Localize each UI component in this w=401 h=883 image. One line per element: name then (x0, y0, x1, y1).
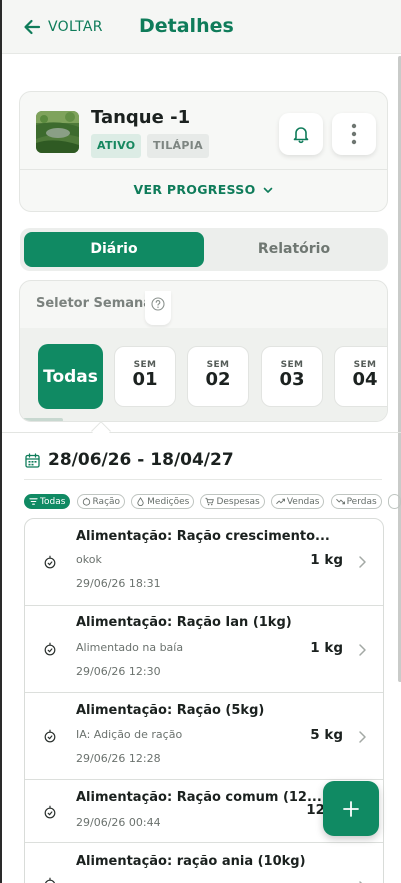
entry-title: Alimentação: Ração crescimentо... (76, 529, 330, 544)
entry-note: okok (76, 553, 102, 566)
filter-chip-label: Ração (92, 496, 121, 507)
week-scroll-indicator (20, 418, 63, 421)
entry-date: 29/06/26 12:28 (76, 752, 161, 765)
back-label: VOLTAR (48, 19, 103, 35)
entry-title: Alimentação: Ração Ian (1kg) (76, 615, 292, 630)
list-item[interactable]: Alimentação: Ração crescimentо... okok 2… (25, 519, 383, 606)
week-all-button[interactable]: Todas (38, 344, 103, 409)
filter-chip-label: Medições (147, 496, 190, 507)
filter-chip-label: Perdas (346, 496, 377, 507)
week-number: 03 (279, 369, 305, 390)
filter-chip-measurements[interactable]: Medições (131, 494, 195, 509)
question-icon (151, 297, 165, 311)
entry-amount: 1 kg (310, 552, 343, 568)
feed-icon (44, 877, 56, 883)
filter-icon (29, 498, 38, 505)
filter-chip-feed[interactable]: Ração (76, 494, 126, 509)
view-tabs: Diário Relatório (20, 228, 388, 271)
week-button-01[interactable]: SEM 01 (114, 346, 176, 407)
filter-chip-label: Despesas (216, 496, 260, 507)
date-range[interactable]: 28/06/26 - 18/04/27 (25, 450, 234, 470)
entry-title: Alimentação: ração ania (10kg) (76, 854, 306, 869)
date-range-text: 28/06/26 - 18/04/27 (48, 450, 234, 470)
filter-chip-sales[interactable]: Vendas (270, 494, 325, 509)
chevron-right-icon (359, 731, 366, 743)
page-title: Detalhes (139, 15, 234, 37)
entry-amount: 1 kg (310, 640, 343, 656)
drop-icon (137, 497, 144, 506)
tank-name: Tanque -1 (91, 107, 191, 128)
week-strip: Todas SEM 01 SEM 02 SEM 03 SEM 04 (20, 328, 387, 421)
species-badge: TILÁPIA (147, 134, 209, 158)
tab-daily[interactable]: Diário (24, 232, 204, 267)
entry-title: Alimentação: Ração comum (12... (76, 790, 322, 805)
feed-icon (44, 805, 56, 819)
more-vertical-icon (351, 123, 357, 145)
view-progress-label: VER PROGRESSO (133, 182, 256, 197)
top-bar: VOLTAR Detalhes (2, 0, 401, 54)
trend-up-icon (275, 498, 285, 505)
arrow-left-icon (24, 19, 41, 35)
chevron-right-icon (359, 556, 366, 568)
filter-chip-label: Todas (40, 496, 66, 507)
feed-icon (44, 642, 56, 656)
back-button[interactable]: VOLTAR (22, 17, 103, 37)
trend-down-icon (335, 498, 345, 505)
bell-icon (293, 127, 309, 144)
filter-chips: Todas Ração Medições Despesas Vendas Per… (24, 494, 401, 510)
help-button[interactable] (145, 291, 171, 325)
chevron-right-icon (359, 644, 366, 656)
entry-date: 29/06/26 12:30 (76, 665, 161, 678)
list-item[interactable]: Alimentação: ração ania (10kg) (25, 843, 383, 883)
chevron-down-icon (263, 187, 272, 193)
week-selector: Seletor Semanal Todas SEM 01 SEM 02 SEM … (19, 280, 388, 422)
filter-chip-more[interactable] (387, 494, 401, 509)
week-button-04[interactable]: SEM 04 (334, 346, 387, 407)
plus-icon (343, 800, 359, 817)
card-divider (20, 169, 387, 170)
list-item[interactable]: Alimentação: Ração (5kg) IA: Adição de r… (25, 693, 383, 780)
week-number: 04 (352, 369, 378, 390)
filter-chip-all[interactable]: Todas (24, 494, 71, 509)
status-badge: ATIVO (91, 134, 142, 158)
tank-photo (36, 111, 79, 153)
tank-card: Tanque -1 ATIVO TILÁPIA VER PROGRESSO (19, 91, 388, 212)
entry-amount: 5 kg (310, 727, 343, 743)
week-selector-label: Seletor Semanal (36, 296, 157, 311)
feed-icon (82, 497, 90, 506)
filter-chip-losses[interactable]: Perdas (330, 494, 382, 509)
filter-chip-label: Vendas (286, 496, 320, 507)
notifications-button[interactable] (279, 113, 323, 155)
more-options-button[interactable] (332, 113, 376, 155)
entry-title: Alimentação: Ração (5kg) (76, 703, 265, 718)
week-number: 01 (132, 369, 158, 390)
app-screen: VOLTAR Detalhes Tanque -1 ATIVO TILÁPIA (0, 0, 401, 883)
cart-icon (205, 497, 215, 506)
entry-date: 29/06/26 00:44 (76, 816, 161, 829)
week-button-03[interactable]: SEM 03 (261, 346, 323, 407)
entry-note: Alimentado na baía (76, 641, 184, 654)
tab-report[interactable]: Relatório (204, 232, 384, 267)
feed-icon (44, 729, 56, 743)
view-progress-button[interactable]: VER PROGRESSO (20, 182, 387, 197)
filter-chip-expenses[interactable]: Despesas (200, 494, 265, 509)
list-item[interactable]: Alimentação: Ração Ian (1kg) Alimentado … (25, 606, 383, 693)
add-entry-button[interactable] (323, 781, 379, 836)
feed-icon (44, 555, 56, 569)
entry-note: IA: Adição de ração (76, 728, 183, 741)
calendar-icon (25, 452, 40, 468)
entry-date: 29/06/26 18:31 (76, 577, 161, 590)
week-button-02[interactable]: SEM 02 (187, 346, 249, 407)
week-number: 02 (205, 369, 231, 390)
divider (24, 479, 382, 480)
